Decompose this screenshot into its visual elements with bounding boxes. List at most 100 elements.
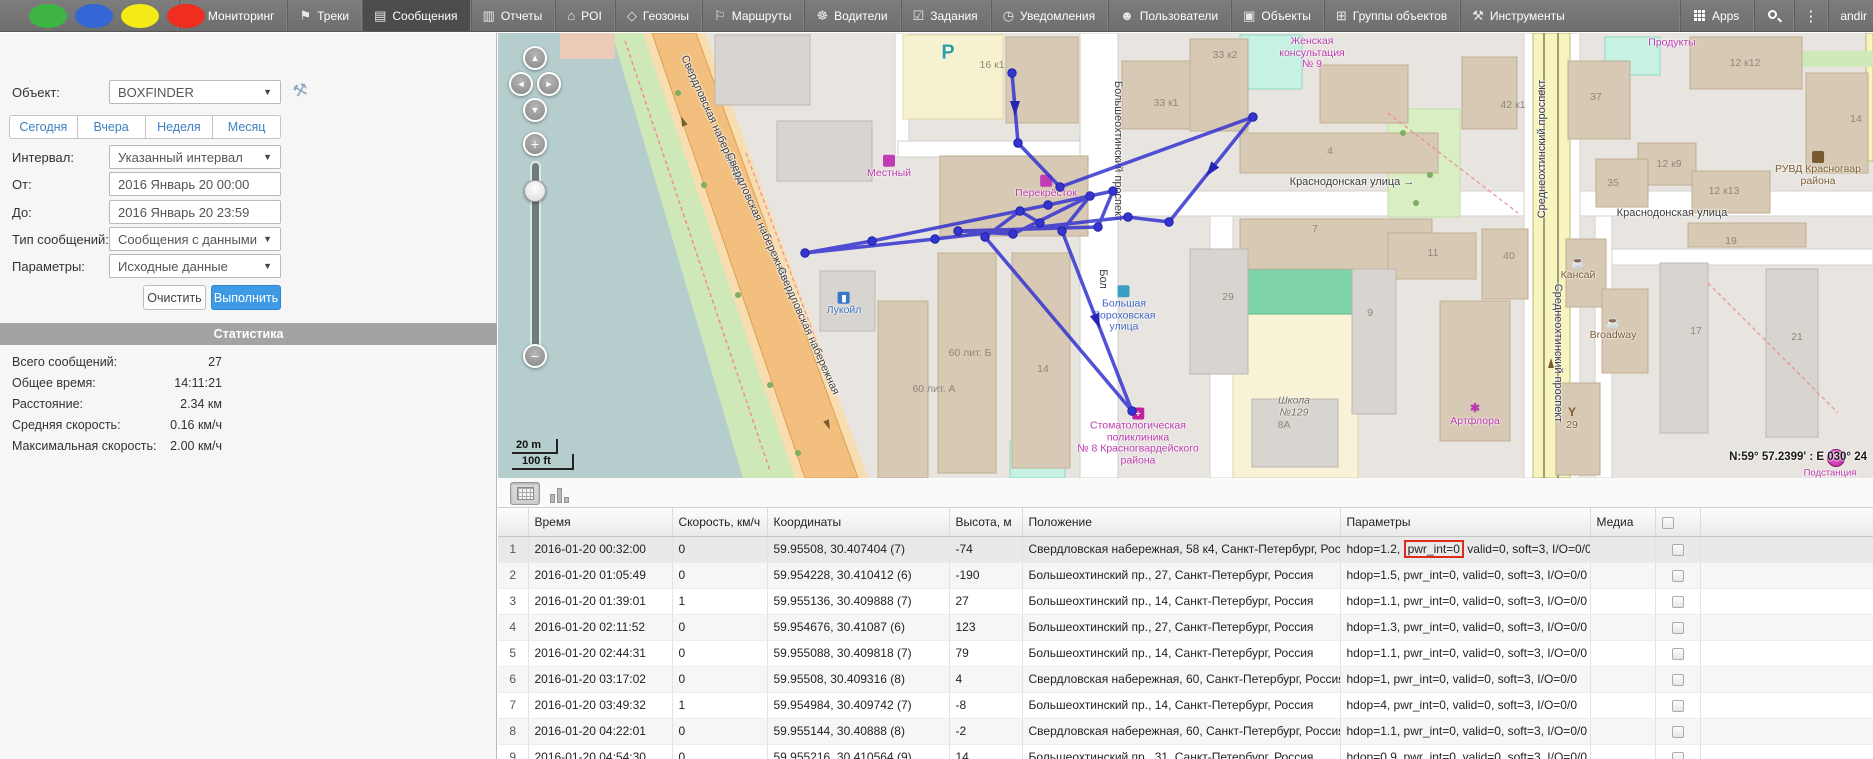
nav-item-tracks[interactable]: ⚑Треки — [286, 0, 361, 31]
table-row[interactable]: 52016-01-20 02:44:31059.955088, 30.40981… — [498, 640, 1873, 666]
scale-imperial: 100 ft — [512, 454, 574, 470]
chart-view-button[interactable] — [550, 484, 572, 503]
clear-button[interactable]: Очистить — [143, 285, 206, 310]
message-type-select[interactable]: Сообщения с данными ▼ — [109, 227, 281, 251]
pan-right-button[interactable]: ► — [537, 72, 561, 96]
row-checkbox[interactable] — [1672, 570, 1684, 582]
nav-item-label: Группы объектов — [1353, 9, 1447, 23]
nav-item-messages[interactable]: ▤Сообщения — [361, 0, 469, 31]
table-row[interactable]: 32016-01-20 01:39:01159.955136, 30.40988… — [498, 588, 1873, 614]
nav-item-users[interactable]: ☻Пользователи — [1107, 0, 1230, 31]
nav-item-tools[interactable]: ⚒ Инструменты — [1459, 0, 1576, 31]
cell-coordinates: 59.955144, 30.40888 (8) — [767, 718, 949, 744]
username: andir — [1840, 9, 1867, 23]
wrench-icon[interactable]: ⚒ — [291, 79, 311, 102]
quick-range-month[interactable]: Месяц — [213, 115, 281, 139]
execute-button[interactable]: Выполнить — [211, 285, 281, 310]
track-point — [1016, 207, 1024, 215]
table-view-button[interactable] — [510, 482, 540, 505]
column-header-Время[interactable]: Время — [528, 508, 672, 536]
row-checkbox[interactable] — [1672, 622, 1684, 634]
cell-speed: 1 — [672, 692, 767, 718]
track-point — [1009, 230, 1017, 238]
cell-parameters: hdop=1.2, pwr_int=0 valid=0, soft=3, I/O… — [1340, 536, 1590, 562]
zoom-out-button[interactable]: − — [523, 344, 547, 368]
row-checkbox[interactable] — [1672, 726, 1684, 738]
cell-speed: 0 — [672, 562, 767, 588]
nav-item-notifications[interactable]: ◷Уведомления — [990, 0, 1107, 31]
nav-item-unit-groups[interactable]: ⊞Группы объектов — [1323, 0, 1459, 31]
pan-left-button[interactable]: ◄ — [509, 72, 533, 96]
nav-item-geofences[interactable]: ◇Геозоны — [614, 0, 701, 31]
column-header-Координаты[interactable]: Координаты — [767, 508, 949, 536]
nav-item-routes[interactable]: ⚐Маршруты — [701, 0, 803, 31]
cell-checkbox — [1655, 536, 1700, 562]
from-label: От: — [12, 177, 32, 192]
map-canvas[interactable]: Свердловская набережнаяСвердловская набе… — [498, 33, 1873, 478]
logo-dot-3 — [167, 4, 205, 28]
kebab-icon: ⋮ — [1803, 7, 1818, 25]
pan-up-button[interactable]: ▲ — [523, 46, 547, 70]
search-icon — [1768, 10, 1780, 22]
column-header-Положение[interactable]: Положение — [1022, 508, 1340, 536]
user-icon: ☻ — [1120, 8, 1134, 23]
pan-down-button[interactable]: ▼ — [523, 98, 547, 122]
row-checkbox[interactable] — [1672, 648, 1684, 660]
column-header-Высота, м[interactable]: Высота, м — [949, 508, 1022, 536]
quick-range-week[interactable]: Неделя — [146, 115, 214, 139]
table-icon — [517, 487, 534, 500]
cell-media — [1590, 640, 1655, 666]
row-checkbox[interactable] — [1672, 674, 1684, 686]
table-row[interactable]: 72016-01-20 03:49:32159.954984, 30.40974… — [498, 692, 1873, 718]
row-checkbox[interactable] — [1672, 544, 1684, 556]
nav-item-units[interactable]: ▣Объекты — [1230, 0, 1323, 31]
column-header-col0[interactable] — [498, 508, 528, 536]
user-menu[interactable]: andir — [1827, 0, 1873, 31]
cell-parameters: hdop=1, pwr_int=0, valid=0, soft=3, I/O=… — [1340, 666, 1590, 692]
table-row[interactable]: 62016-01-20 03:17:02059.95508, 30.409316… — [498, 666, 1873, 692]
row-checkbox[interactable] — [1672, 752, 1684, 759]
interval-select[interactable]: Указанный интервал ▼ — [109, 145, 281, 169]
cell-time: 2016-01-20 03:49:32 — [528, 692, 672, 718]
zoom-in-button[interactable]: + — [523, 132, 547, 156]
object-select[interactable]: BOXFINDER ▼ — [109, 80, 281, 104]
table-row[interactable]: 82016-01-20 04:22:01059.955144, 30.40888… — [498, 718, 1873, 744]
table-row[interactable]: 22016-01-20 01:05:49059.954228, 30.41041… — [498, 562, 1873, 588]
column-header-Медиа[interactable]: Медиа — [1590, 508, 1655, 536]
search-button[interactable] — [1753, 0, 1793, 31]
unit-icon: ▣ — [1243, 8, 1255, 24]
tools-icon: ⚒ — [1472, 8, 1484, 24]
table-row[interactable]: 42016-01-20 02:11:52059.954676, 30.41087… — [498, 614, 1873, 640]
cell-time: 2016-01-20 01:39:01 — [528, 588, 672, 614]
row-checkbox[interactable] — [1672, 700, 1684, 712]
nav-item-label: Геозоны — [643, 9, 689, 23]
cell-media — [1590, 718, 1655, 744]
steering-wheel-icon: ☸ — [816, 8, 828, 24]
table-row[interactable]: 12016-01-20 00:32:00059.95508, 30.407404… — [498, 536, 1873, 562]
nav-item-label: Инструменты — [1490, 9, 1565, 23]
cell-time: 2016-01-20 02:44:31 — [528, 640, 672, 666]
nav-item-label: Мониторинг — [208, 9, 275, 23]
row-checkbox[interactable] — [1672, 596, 1684, 608]
nav-item-reports[interactable]: ▥Отчеты — [470, 0, 555, 31]
quick-range-today[interactable]: Сегодня — [9, 115, 78, 139]
from-input[interactable]: 2016 Январь 20 00:00 — [109, 172, 281, 196]
more-menu-button[interactable]: ⋮ — [1793, 0, 1827, 31]
nav-item-jobs[interactable]: ☑Задания — [900, 0, 990, 31]
table-row[interactable]: 92016-01-20 04:54:30059.955216, 30.41056… — [498, 744, 1873, 759]
column-header-Параметры[interactable]: Параметры — [1340, 508, 1590, 536]
nav-item-poi[interactable]: ⌂POI — [554, 0, 614, 31]
to-input[interactable]: 2016 Январь 20 23:59 — [109, 200, 281, 224]
column-header-Скорость, км/ч[interactable]: Скорость, км/ч — [672, 508, 767, 536]
nav-item-drivers[interactable]: ☸Водители — [803, 0, 899, 31]
nav-item-label: POI — [581, 9, 602, 23]
apps-button[interactable]: Apps — [1679, 0, 1753, 31]
parameters-select[interactable]: Исходные данные ▼ — [109, 254, 281, 278]
zoom-slider-handle[interactable] — [524, 180, 546, 202]
cell-parameters: hdop=1.1, pwr_int=0, valid=0, soft=3, I/… — [1340, 718, 1590, 744]
parameters-label: Параметры: — [12, 259, 85, 274]
chevron-down-icon: ▼ — [263, 87, 272, 97]
select-all-checkbox[interactable] — [1662, 517, 1674, 529]
route-icon: ⚐ — [714, 8, 726, 24]
quick-range-yesterday[interactable]: Вчера — [78, 115, 146, 139]
